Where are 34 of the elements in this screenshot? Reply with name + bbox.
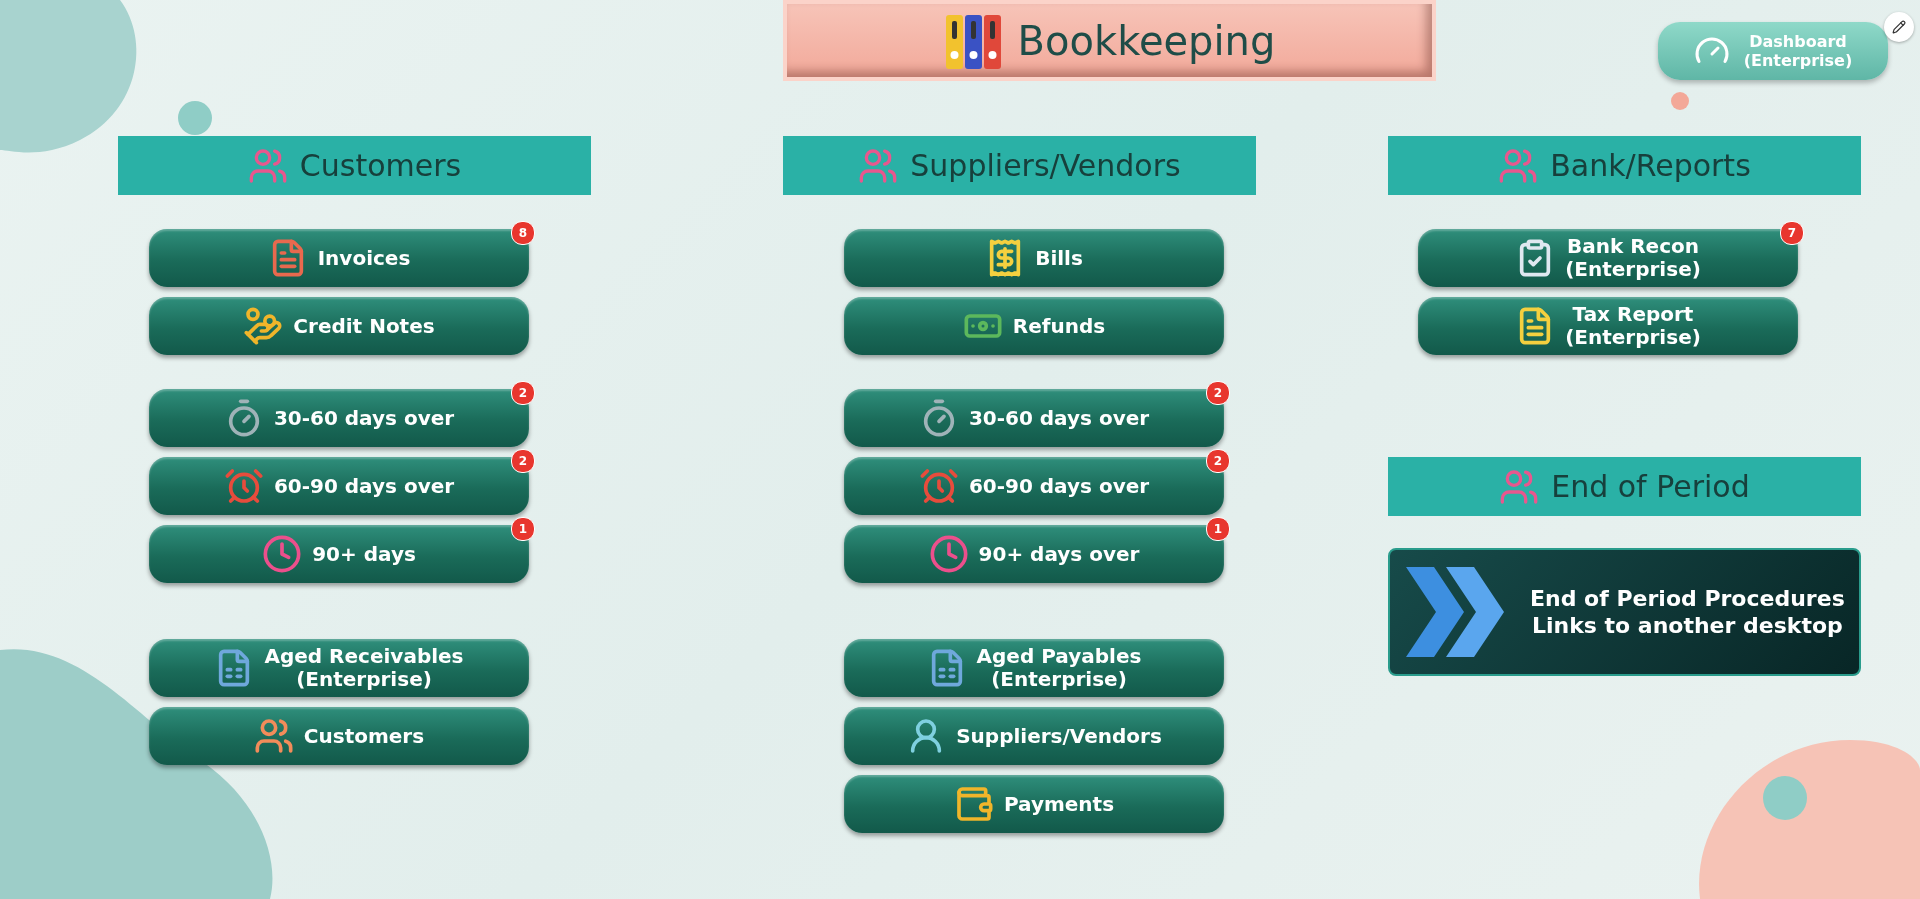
heading-text: Bank/Reports [1550,148,1751,183]
menu-button[interactable]: Payments [844,775,1224,833]
double-chevron-icon [1406,567,1506,657]
count-badge: 2 [1206,449,1230,473]
menu-button[interactable]: Tax Report (Enterprise) [1418,297,1798,355]
count-badge: 2 [511,381,535,405]
background-dot [178,101,212,135]
menu-button[interactable]: Customers [149,707,529,765]
alarm-clock-icon [918,466,959,506]
end-of-period-link-card[interactable]: End of Period Procedures Links to another desktop [1388,548,1861,676]
menu-button[interactable]: Refunds [844,297,1224,355]
background-dot [1671,92,1689,110]
coins-hand-icon [243,306,284,346]
edit-button[interactable] [1884,12,1914,42]
count-badge: 1 [511,517,535,541]
heading-text: Customers [299,148,462,183]
menu-button[interactable]: Aged Payables (Enterprise) [844,639,1224,697]
alarm-clock-icon [223,466,264,506]
heading-text: End of Period [1551,469,1750,504]
heading-text: Suppliers/Vendors [910,148,1181,183]
menu-button[interactable]: Credit Notes [149,297,529,355]
clock-icon [928,534,969,574]
menu-button[interactable]: Bills [844,229,1224,287]
pencil-icon [1892,20,1906,34]
page-title: Bookkeeping [1017,17,1276,64]
count-badge: 2 [1206,381,1230,405]
count-badge: 1 [1206,517,1230,541]
menu-button[interactable]: Suppliers/Vendors [844,707,1224,765]
people-icon [253,716,294,756]
count-badge: 2 [511,449,535,473]
clock-icon [262,534,303,574]
menu-button[interactable]: Aged Receivables (Enterprise) [149,639,529,697]
count-badge: 7 [1780,221,1804,245]
count-badge: 8 [511,221,535,245]
